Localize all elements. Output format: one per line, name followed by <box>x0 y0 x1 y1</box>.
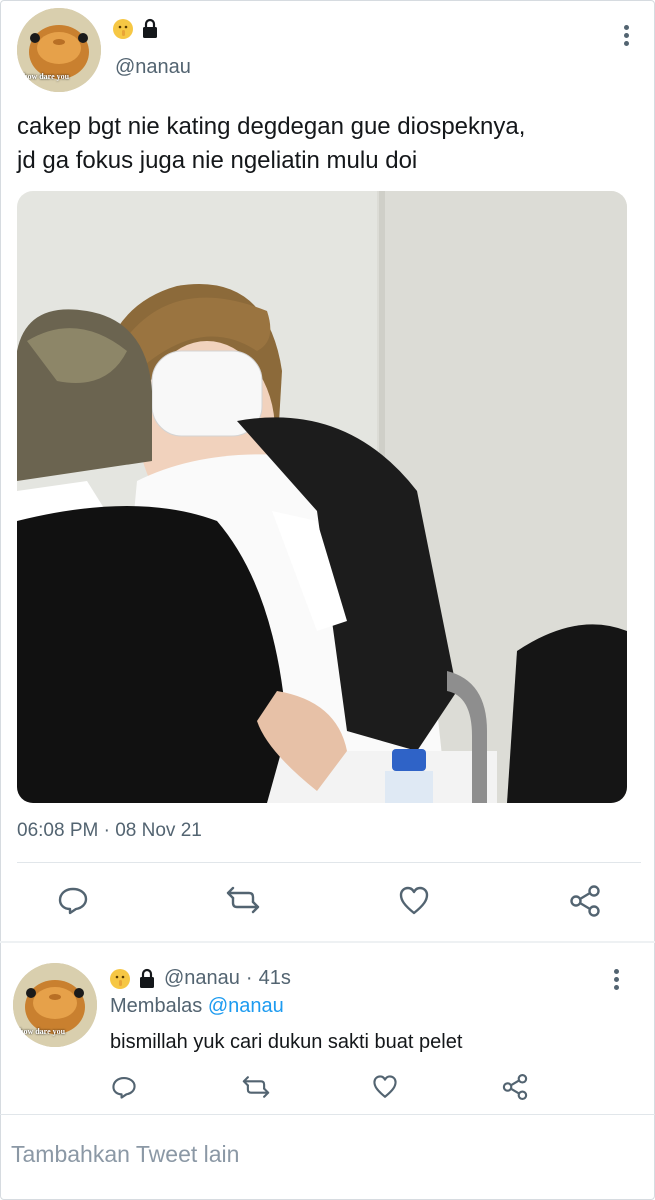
user-handle[interactable]: @nanau <box>115 56 191 79</box>
like-icon[interactable] <box>372 1074 398 1100</box>
avatar-caption: how dare you <box>23 72 70 81</box>
reply-text: bismillah yuk cari dukun sakti buat pele… <box>110 1031 463 1053</box>
divider <box>0 1114 655 1115</box>
share-icon[interactable] <box>568 884 602 918</box>
tweet-photo[interactable] <box>17 191 627 803</box>
retweet-icon[interactable] <box>241 1074 271 1100</box>
more-options-icon[interactable] <box>610 966 622 993</box>
more-options-icon[interactable] <box>620 22 632 49</box>
lock-icon <box>140 968 154 988</box>
reply-header: @nanau · 41s <box>110 967 291 990</box>
time-separator: · <box>245 967 253 989</box>
like-icon[interactable] <box>398 885 430 917</box>
lock-icon <box>143 18 157 38</box>
reply-icon[interactable] <box>57 884 89 916</box>
reply-icon[interactable] <box>111 1074 137 1100</box>
shushing-face-icon <box>113 19 133 39</box>
tweet-text-line: cakep bgt nie kating degdegan gue diospe… <box>17 113 526 140</box>
photo-illustration <box>17 191 627 803</box>
replying-to: Membalas @nanau <box>110 995 284 1018</box>
divider <box>0 941 655 943</box>
tweet-text: cakep bgt nie kating degdegan gue diospe… <box>17 110 525 178</box>
share-icon[interactable] <box>501 1073 529 1101</box>
reply-avatar[interactable]: how dare you <box>13 963 97 1047</box>
replying-label: Membalas <box>110 995 203 1017</box>
divider <box>17 862 641 863</box>
replying-to-link[interactable]: @nanau <box>208 995 284 1017</box>
tweet-text-line: jd ga fokus juga nie ngeliatin mulu doi <box>17 147 418 174</box>
user-badges <box>113 18 161 40</box>
avatar-caption: how dare you <box>19 1027 66 1036</box>
reply-time[interactable]: 41s <box>259 967 291 990</box>
add-tweet-composer[interactable]: Tambahkan Tweet lain <box>11 1141 239 1168</box>
avatar[interactable]: how dare you <box>17 8 101 92</box>
tweet-timestamp[interactable]: 06:08 PM · 08 Nov 21 <box>17 820 202 842</box>
shushing-face-icon <box>110 968 130 989</box>
reply-handle[interactable]: @nanau <box>164 967 240 990</box>
retweet-icon[interactable] <box>225 884 261 916</box>
